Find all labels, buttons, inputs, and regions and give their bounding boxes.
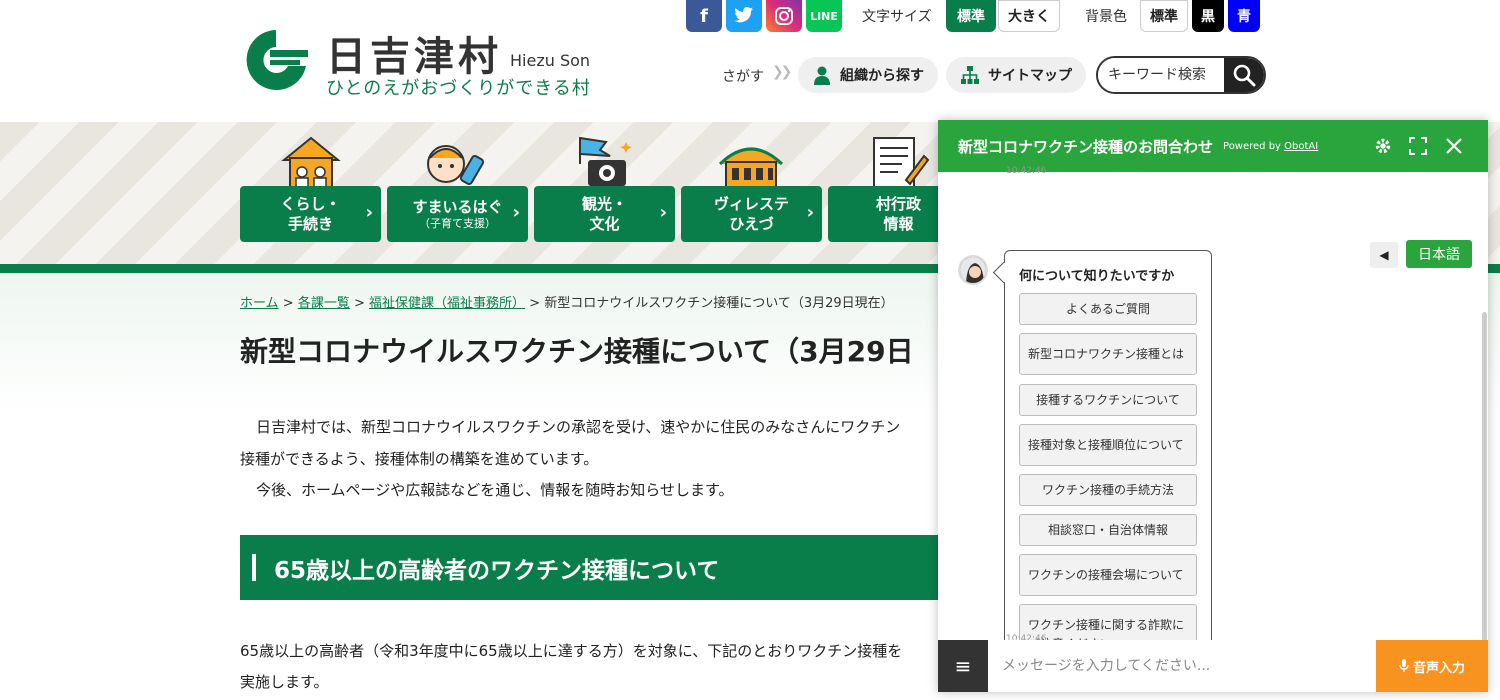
page-title: 新型コロナウイルスワクチン接種について（3月29日 [240,335,914,368]
search-label: さがす [722,69,764,85]
nav-item-label-line1: ヴィレステ [713,195,789,213]
chat-option-vaccine-type[interactable]: 接種するワクチンについて [1019,384,1197,416]
collapse-left-icon[interactable]: ◀ [1370,242,1398,268]
site-map-button[interactable]: サイトマップ [946,57,1086,93]
message-input[interactable] [988,640,1376,692]
breadcrumb-current: 新型コロナウイルスワクチン接種について（3月29日現在） [544,296,894,311]
font-size-label: 文字サイズ [862,9,932,25]
font-size-large-button[interactable]: 大きく [998,0,1060,32]
chatbot-title: 新型コロナワクチン接種のお問合わせ [958,137,1214,156]
intro-paragraph-2: 今後、ホームページや広報誌などを通じ、情報を随時お知らせします。 [256,481,734,499]
nav-item-label-line2: ひえづ [729,215,774,233]
nav-item-label-line2: 文化 [589,215,620,233]
nav-item-label-line1: 観光・ [581,195,627,213]
instagram-icon[interactable] [766,0,802,32]
keyword-search [1096,56,1266,94]
twitter-icon[interactable] [726,0,762,32]
language-button[interactable]: 日本語 [1406,240,1472,268]
person-icon [814,66,830,85]
powered-by-label: Powered by [1223,140,1281,152]
voice-input-button[interactable]: 音声入力 [1376,640,1488,692]
close-icon[interactable] [1442,134,1466,158]
building-icon [718,147,784,189]
keyword-search-input[interactable] [1098,58,1224,92]
hamburger-icon: ≡ [954,654,972,678]
logo-roman: Hiezu Son [510,51,591,70]
breadcrumb-separator: > [282,296,294,311]
org-search-label: 組織から探す [840,68,924,84]
voice-input-label: 音声入力 [1412,660,1465,676]
document-pen-icon [873,137,930,189]
social-links: f LINE [686,0,842,32]
message-timestamp: 10:42:46 [1006,166,1047,176]
baby-bottle-icon [427,145,485,186]
chat-option-eligibility[interactable]: 接種対象と接種順位について [1019,424,1197,466]
double-chevron-icon: ❯❯ [772,64,793,80]
facebook-icon[interactable]: f [686,0,722,32]
font-size-standard-button[interactable]: 標準 [946,0,996,32]
chatbot-panel: 新型コロナワクチン接種のお問合わせ Powered by ObotAI 10:4… [938,120,1488,692]
chevron-right-icon: › [365,202,373,223]
nav-item-label-line2: 手続き [287,215,333,233]
intro-paragraph-line2: 接種ができるよう、接種体制の構築を進めています。 [240,450,599,468]
house-family-icon [281,136,341,189]
chat-scrollbar[interactable] [1482,312,1487,662]
section-heading-elderly: 65歳以上の高齢者のワクチン接種について [240,535,960,600]
nav-item-label-line1: くらし・ [280,195,341,213]
chat-option-faq[interactable]: よくあるご質問 [1019,293,1197,325]
search-icon [1233,64,1256,87]
chat-option-contact[interactable]: 相談窓口・自治体情報 [1019,514,1197,546]
intro-paragraph-line1: 日吉津村では、新型コロナウイルスワクチンの承認を受け、速やかに住民のみなさんにワ… [256,418,901,436]
chatbot-messages: 10:42:46 ◀ 日本語 何について知りたいですか よくあるご質問 新型コロ… [938,166,1488,680]
chatbot-powered-by: Powered by ObotAI [1223,141,1318,152]
site-map-label: サイトマップ [988,68,1072,84]
breadcrumb-home-link[interactable]: ホーム [240,296,279,311]
bot-message-bubble: 何について知りたいですか よくあるご質問 新型コロナワクチン接種とは 接種するワ… [1004,250,1212,680]
breadcrumb-welfare-link[interactable]: 福祉保健課（福祉事務所） [369,296,525,311]
chevron-right-icon: › [659,202,667,223]
chat-option-about-vaccination[interactable]: 新型コロナワクチン接種とは [1019,333,1197,375]
sitemap-icon [961,66,979,84]
nav-item-childcare[interactable]: すまいるはぐ （子育て支援） › [387,186,528,242]
avatar [958,255,988,285]
line-icon[interactable]: LINE [806,0,842,32]
bot-question: 何について知りたいですか [1019,269,1175,284]
chatbot-input-bar: ≡ 音声入力 [938,640,1488,692]
chevron-right-icon: › [512,202,520,223]
expand-icon[interactable] [1406,134,1430,158]
elderly-paragraph-line1: 65歳以上の高齢者（令和3年度中に65歳以上に達する方）を対象に、下記のとおりワ… [240,642,903,660]
logo-tagline: ひとのえがおづくりができる村 [326,78,591,99]
elderly-paragraph-line2: 実施します。 [240,673,329,691]
breadcrumb-separator: > [353,296,365,311]
chatbot-header: 新型コロナワクチン接種のお問合わせ Powered by ObotAI [938,120,1488,172]
microphone-icon [1399,659,1409,672]
chat-option-venue[interactable]: ワクチンの接種会場について [1019,554,1197,596]
org-search-button[interactable]: 組織から探す [798,57,938,93]
bg-standard-button[interactable]: 標準 [1140,0,1188,32]
site-header: 日吉津村 Hiezu Son ひとのえがおづくりができる村 f LINE 文字サ… [0,0,1500,122]
search-button[interactable] [1224,58,1264,92]
gear-icon[interactable] [1371,134,1395,158]
bg-blue-button[interactable]: 青 [1228,0,1260,32]
village-emblem-icon [246,30,308,90]
camera-flag-icon [579,136,632,186]
chat-menu-button[interactable]: ≡ [938,640,988,692]
breadcrumb-separator: > [529,296,541,311]
breadcrumb-dept-list-link[interactable]: 各課一覧 [298,296,350,311]
breadcrumb: ホーム > 各課一覧 > 福祉保健課（福祉事務所） > 新型コロナウイルスワクチ… [240,292,894,311]
nav-item-label-line2: （子育て支援） [419,217,496,230]
chat-option-procedure[interactable]: ワクチン接種の手続方法 [1019,474,1197,506]
site-logo[interactable]: 日吉津村 Hiezu Son ひとのえがおづくりができる村 [240,24,600,100]
nav-item-villeste[interactable]: ヴィレステ ひえづ › [681,186,822,242]
nav-item-label-line1: すまいるはぐ [412,198,503,216]
nav-item-living[interactable]: くらし・ 手続き › [240,186,381,242]
powered-by-link[interactable]: ObotAI [1284,141,1318,152]
bg-black-button[interactable]: 黒 [1192,0,1224,32]
chevron-right-icon: › [806,202,814,223]
bg-color-label: 背景色 [1085,9,1127,25]
nav-item-tourism[interactable]: 観光・ 文化 › [534,186,675,242]
